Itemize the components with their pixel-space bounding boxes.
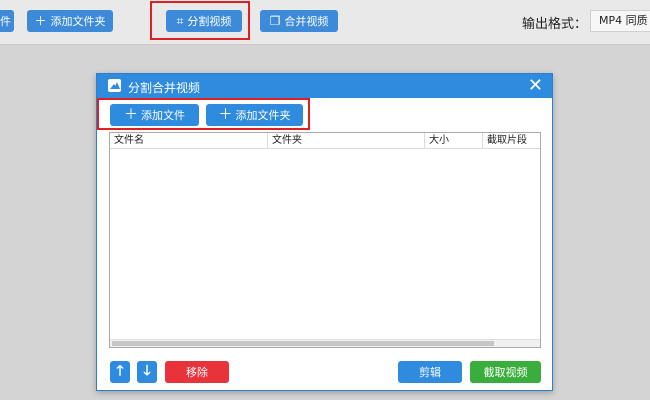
remove-button[interactable]: 移除: [165, 361, 229, 383]
add-folder-button[interactable]: ＋ 添加文件夹: [27, 10, 113, 32]
move-up-button[interactable]: 🡑: [110, 361, 130, 383]
plus-icon: ＋: [34, 14, 47, 28]
output-format-label: 输出格式：: [522, 17, 588, 32]
dialog-titlebar: 分割合并视频 ✕: [97, 74, 552, 98]
image-icon: [108, 79, 121, 92]
capture-video-button[interactable]: 截取视频: [470, 361, 541, 383]
add-file-label: 添加文件: [141, 109, 185, 122]
merge-video-label: 合并视频: [284, 15, 329, 28]
plus-icon: ＋: [124, 107, 138, 123]
copy-icon: ❐: [269, 14, 281, 28]
dialog-title: 分割合并视频: [128, 81, 201, 95]
main-toolbar: 件 ＋ 添加文件夹 ⌗ 分割视频 ❐ 合并视频 输出格式： MP4 同质: [0, 0, 650, 45]
column-header-size[interactable]: 大小: [425, 133, 483, 148]
split-video-highlight: [150, 1, 250, 40]
close-icon[interactable]: ✕: [528, 75, 543, 97]
add-folder-label: 添加文件夹: [50, 15, 106, 28]
add-folder-button[interactable]: ＋ 添加文件夹: [206, 104, 303, 126]
move-down-button[interactable]: 🡓: [137, 361, 157, 383]
add-folder-label: 添加文件夹: [235, 109, 291, 122]
table-header: 文件名 文件夹 大小 截取片段: [110, 133, 540, 149]
scrollbar-thumb[interactable]: [112, 341, 494, 346]
add-file-button[interactable]: ＋ 添加文件: [110, 104, 199, 126]
add-file-button-cut[interactable]: 件: [0, 10, 14, 32]
split-merge-dialog: 分割合并视频 ✕ ＋ 添加文件 ＋ 添加文件夹 文件名 文件夹 大小 截取片段 …: [96, 73, 553, 391]
merge-video-button[interactable]: ❐ 合并视频: [260, 10, 338, 32]
column-header-folder[interactable]: 文件夹: [268, 133, 425, 148]
plus-icon: ＋: [218, 107, 233, 123]
output-format-select[interactable]: MP4 同质: [590, 10, 650, 32]
horizontal-scrollbar[interactable]: [110, 339, 540, 347]
edit-button[interactable]: 剪辑: [398, 361, 462, 383]
file-table[interactable]: 文件名 文件夹 大小 截取片段: [109, 132, 541, 348]
add-file-label: 件: [0, 15, 11, 28]
column-header-clip[interactable]: 截取片段: [483, 133, 540, 148]
column-header-filename[interactable]: 文件名: [110, 133, 268, 148]
